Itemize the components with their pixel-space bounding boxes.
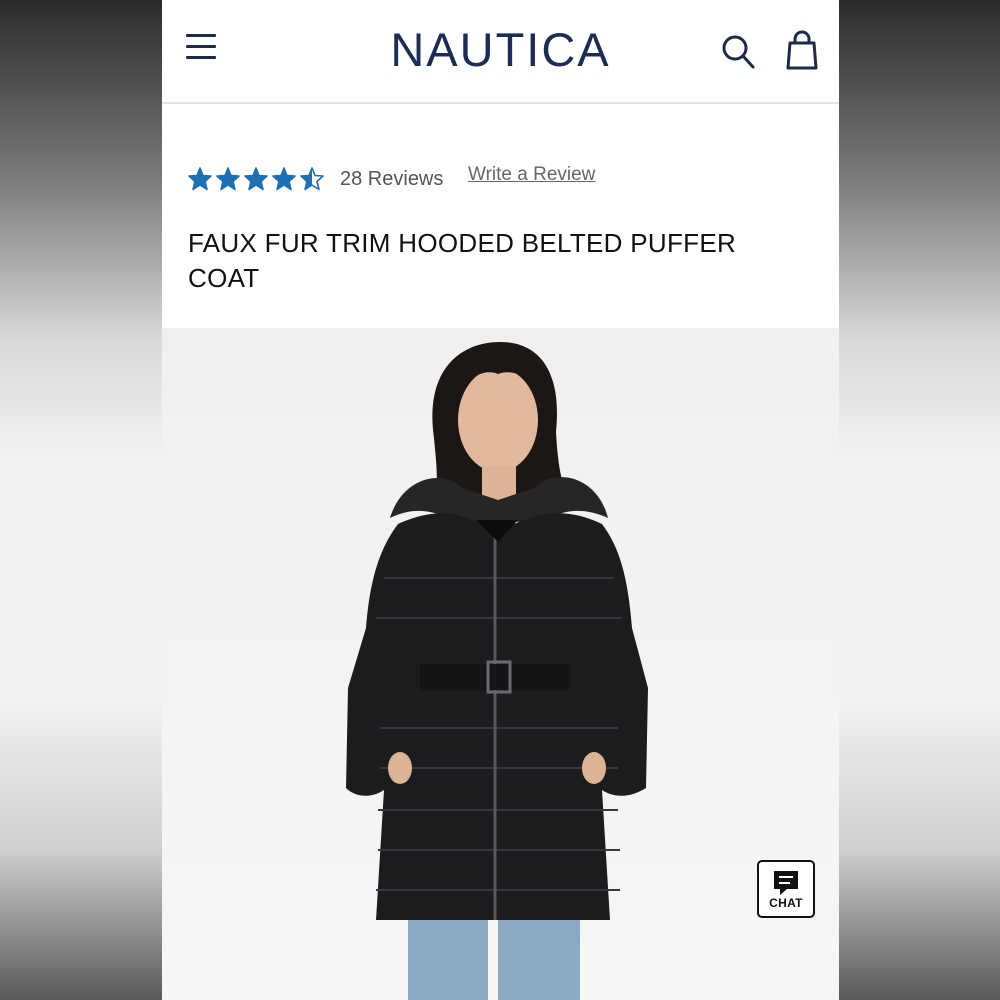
chat-button[interactable]: CHAT bbox=[757, 860, 815, 918]
star-full-icon bbox=[272, 167, 296, 191]
star-half-icon bbox=[300, 167, 324, 191]
star-full-icon bbox=[216, 167, 240, 191]
product-rating[interactable]: 28 Reviews bbox=[188, 164, 443, 194]
search-icon[interactable] bbox=[720, 32, 758, 72]
product-title: FAUX FUR TRIM HOODED BELTED PUFFER COAT bbox=[188, 228, 737, 293]
chat-bubble-icon bbox=[774, 871, 798, 895]
rating-stars bbox=[188, 167, 324, 191]
star-full-icon bbox=[244, 167, 268, 191]
product-page: NAUTICA 28 Reviews Write a Review FAUX F… bbox=[162, 0, 839, 1000]
star-full-icon bbox=[188, 167, 212, 191]
shopping-bag-icon[interactable] bbox=[784, 30, 820, 72]
left-background-margin bbox=[0, 0, 162, 1000]
product-image[interactable] bbox=[162, 328, 839, 1000]
right-background-margin bbox=[838, 0, 1000, 1000]
reviews-count[interactable]: 28 Reviews bbox=[340, 168, 443, 191]
chat-label: CHAT bbox=[769, 896, 803, 910]
write-review-link[interactable]: Write a Review bbox=[468, 164, 595, 186]
site-header: NAUTICA bbox=[162, 0, 839, 104]
